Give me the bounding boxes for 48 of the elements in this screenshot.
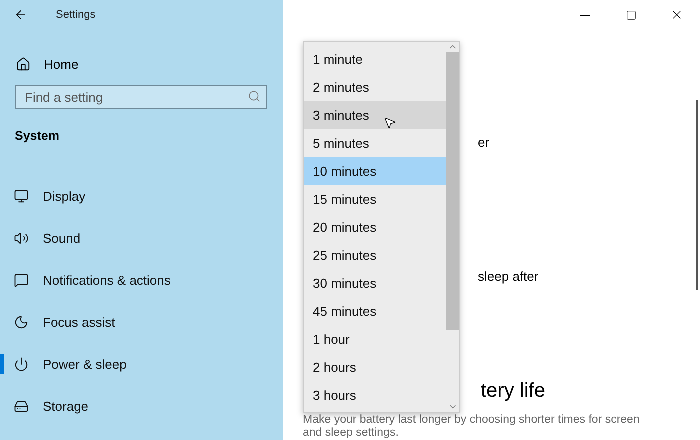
sidebar-item-label: Focus assist (43, 314, 116, 330)
scrollbar-thumb[interactable] (446, 52, 459, 330)
dropdown-option[interactable]: 10 minutes (304, 157, 446, 185)
dropdown-option[interactable]: 15 minutes (304, 185, 446, 213)
setting-label: er (478, 135, 491, 151)
dropdown-option[interactable]: 30 minutes (304, 269, 446, 297)
dropdown-option[interactable]: 3 minutes (304, 101, 446, 129)
speaker-icon (14, 230, 29, 246)
description-text: Make your battery last longer by choosing shorter times for screen and sleep settings. (303, 414, 641, 440)
power-icon (14, 356, 29, 372)
sidebar-item[interactable]: Sound (0, 217, 283, 259)
window-title: Settings (56, 9, 96, 21)
display-icon (14, 188, 29, 204)
cursor-icon (383, 116, 397, 130)
dropdown-option[interactable]: 1 minute (304, 45, 446, 73)
sidebar-item-label: Display (43, 188, 86, 204)
moon-icon (14, 314, 29, 330)
sidebar-item[interactable]: Focus assist (0, 301, 283, 343)
drive-icon (14, 398, 29, 414)
dropdown-option[interactable]: 2 hours (304, 353, 446, 381)
sidebar-item[interactable]: Storage (0, 385, 283, 427)
dropdown-option[interactable]: 45 minutes (304, 297, 446, 325)
home-icon (16, 56, 31, 72)
home-label: Home (44, 56, 79, 72)
minimize-icon (580, 14, 590, 16)
sidebar-item-label: Storage (43, 398, 89, 414)
sidebar-item[interactable]: Power & sleep (0, 343, 283, 385)
scrollbar[interactable] (696, 100, 698, 290)
section-heading: tery life (481, 380, 546, 404)
section-heading: System (15, 129, 60, 145)
sidebar-item-label: Sound (43, 230, 81, 246)
sidebar-item[interactable]: Notifications & actions (0, 259, 283, 301)
dropdown-option[interactable]: 20 minutes (304, 213, 446, 241)
dropdown-option[interactable]: 1 hour (304, 325, 446, 353)
setting-label: sleep after (478, 269, 540, 285)
back-icon[interactable] (14, 8, 28, 22)
message-icon (14, 272, 29, 288)
search-field[interactable]: Find a setting (15, 85, 267, 109)
dropdown-option[interactable]: 5 minutes (304, 129, 446, 157)
maximize-icon (626, 10, 636, 20)
sidebar-item-label: Power & sleep (43, 356, 127, 372)
search-icon (248, 90, 261, 103)
sidebar-item-label: Notifications & actions (43, 272, 171, 288)
dropdown-option[interactable]: 3 hours (304, 381, 446, 409)
sidebar-item[interactable]: Display (0, 175, 283, 217)
dropdown-option[interactable]: 2 minutes (304, 73, 446, 101)
dropdown-option[interactable]: 25 minutes (304, 241, 446, 269)
home-link[interactable]: Home (0, 51, 283, 77)
